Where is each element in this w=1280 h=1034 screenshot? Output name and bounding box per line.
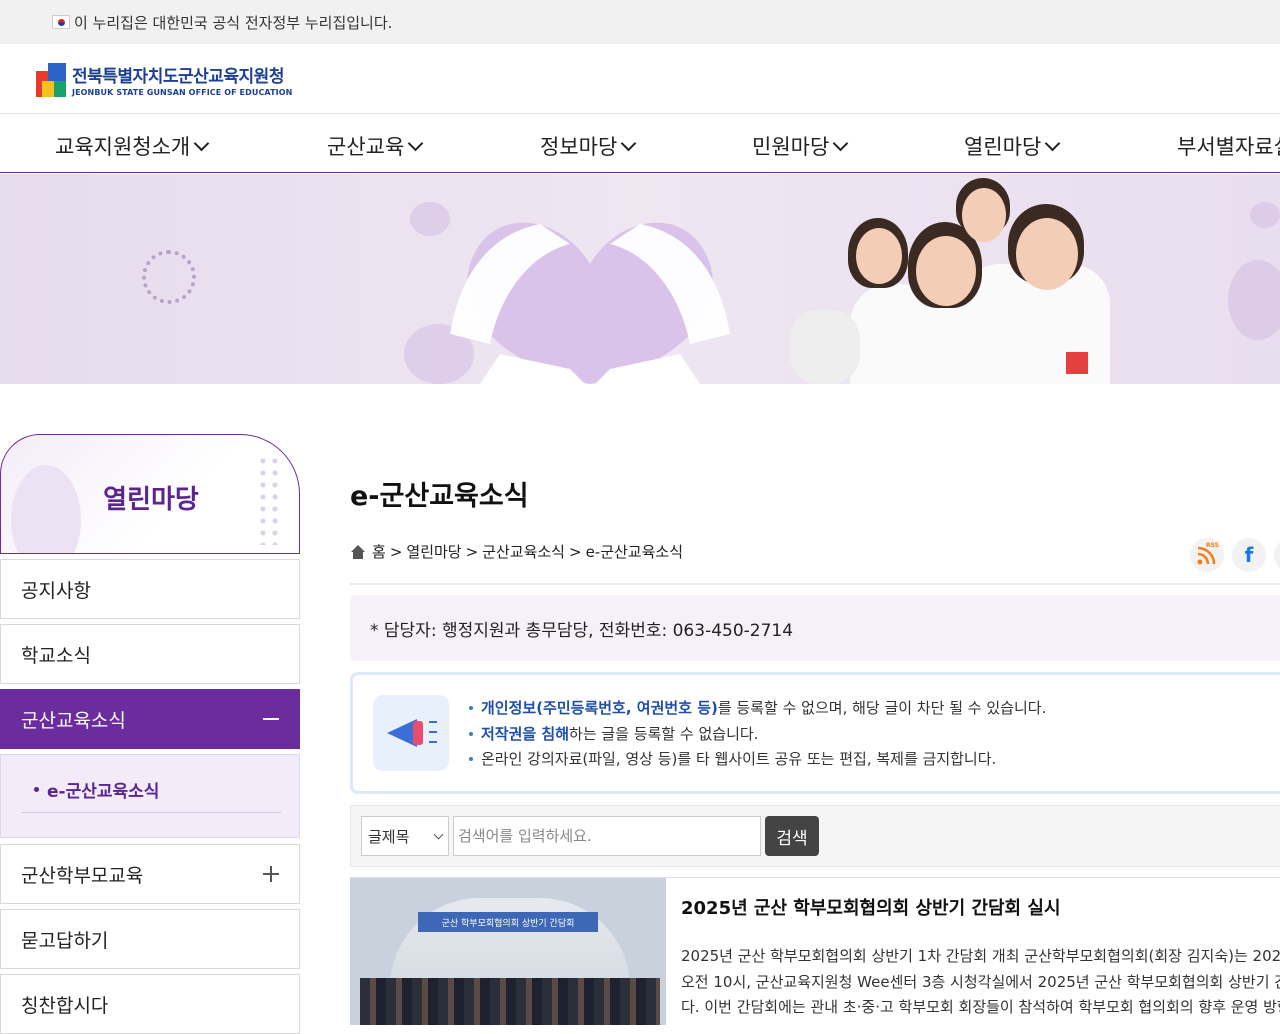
nav-item-label: 정보마당	[540, 135, 618, 159]
notice-item: 저작권을 침해하는 글을 등록할 수 없습니다.	[467, 723, 1046, 749]
search-bar: 글제목 검색	[350, 805, 1280, 867]
post-summary: 2025년 군산 학부모회협의회 상반기 1차 간담회 개최 군산학부모회협의회…	[681, 944, 1280, 1021]
minus-icon	[263, 718, 279, 720]
nav-item-about[interactable]: 교육지원청소개	[55, 131, 210, 161]
contact-text: * 담당자: 행정지원과 총무담당, 전화번호: 063-450-2714	[370, 620, 794, 641]
search-select-value: 글제목	[368, 827, 410, 846]
breadcrumb-level1[interactable]: 열린마당	[406, 541, 461, 562]
gov-banner: 이 누리집은 대한민국 공식 전자정부 누리집입니다.	[0, 0, 1280, 44]
facebook-label: f	[1244, 543, 1254, 567]
header: 전북특별자치도군산교육지원청 JEONBUK STATE GUNSAN OFFI…	[0, 44, 1280, 114]
nav-item-label: 부서별자료실	[1177, 135, 1280, 159]
notice-text: 를 등록할 수 없으며, 해당 글이 차단 될 수 있습니다.	[717, 699, 1047, 717]
nav-item-label: 교육지원청소개	[55, 135, 191, 159]
side-item-label: 묻고답하기	[21, 929, 109, 952]
search-button[interactable]: 검색	[765, 816, 819, 856]
side-item-notice[interactable]: 공지사항	[0, 559, 300, 619]
nav-item-label: 민원마당	[752, 135, 830, 159]
title-divider	[350, 583, 1280, 585]
notice-highlight: 저작권을 침해	[481, 724, 570, 743]
side-item-school-news[interactable]: 학교소식	[0, 624, 300, 684]
breadcrumb-separator: >	[568, 542, 582, 561]
gov-banner-text: 이 누리집은 대한민국 공식 전자정부 누리집입니다.	[74, 13, 393, 32]
main-nav: 교육지원청소개 군산교육 정보마당 민원마당 열린마당 부서별자료실	[0, 115, 1280, 173]
post-summary-line: 오전 10시, 군산교육지원청 Wee센터 3층 시청각실에서 2025년 군산…	[681, 972, 1280, 991]
nav-item-dept-data[interactable]: 부서별자료실	[1177, 131, 1280, 161]
breadcrumb-separator: >	[389, 542, 403, 561]
notice-text: 온라인 강의자료(파일, 영상 등)를 타 웹사이트 공유 또는 편집, 복제를…	[481, 750, 997, 768]
rss-label: RSS	[1206, 542, 1219, 549]
korea-flag-icon	[52, 15, 70, 29]
megaphone-icon	[373, 695, 449, 771]
thumbnail-banner-text: 군산 학부모회협의회 상반기 간담회	[418, 912, 598, 932]
notice-item: 개인정보(주민등록번호, 여권번호 등)를 등록할 수 없으며, 해당 글이 차…	[467, 697, 1046, 723]
logo-subtitle: JEONBUK STATE GUNSAN OFFICE OF EDUCATION	[72, 88, 293, 97]
post-item[interactable]: 군산 학부모회협의회 상반기 간담회 2025년 군산 학부모회협의회 상반기 …	[350, 877, 1280, 1025]
notice-box: 개인정보(주민등록번호, 여권번호 등)를 등록할 수 없으며, 해당 글이 차…	[350, 672, 1280, 794]
notice-list: 개인정보(주민등록번호, 여권번호 등)를 등록할 수 없으며, 해당 글이 차…	[467, 697, 1046, 774]
chevron-down-icon	[1045, 135, 1061, 151]
logo-mark-icon	[36, 62, 68, 97]
facebook-icon[interactable]: f	[1232, 538, 1266, 572]
side-item-label: 칭찬합시다	[21, 994, 109, 1017]
nav-item-label: 열린마당	[964, 135, 1042, 159]
nav-item-label: 군산교육	[327, 135, 405, 159]
side-item-label: 군산교육소식	[21, 709, 126, 732]
nav-item-gunsan-education[interactable]: 군산교육	[327, 131, 424, 161]
nav-item-civil[interactable]: 민원마당	[752, 131, 849, 161]
breadcrumb-current: e-군산교육소식	[585, 543, 684, 561]
side-item-gunsan-news[interactable]: 군산교육소식	[0, 689, 300, 749]
rss-icon[interactable]: RSS	[1190, 538, 1224, 572]
page-title: e-군산교육소식	[350, 481, 529, 512]
home-icon[interactable]	[350, 544, 366, 559]
side-item-label: 군산학부모교육	[21, 864, 144, 887]
heart-decoration	[1228, 260, 1280, 340]
side-subitem-e-gunsan-news[interactable]: e-군산교육소식	[21, 773, 281, 813]
post-thumbnail[interactable]: 군산 학부모회협의회 상반기 간담회	[350, 878, 666, 1025]
dots-decoration	[142, 250, 196, 304]
chevron-down-icon	[408, 135, 424, 151]
notice-text: 하는 글을 등록할 수 없습니다.	[569, 724, 759, 743]
breadcrumb: 홈 > 열린마당 > 군산교육소식 > e-군산교육소식	[350, 541, 683, 562]
nav-item-info[interactable]: 정보마당	[540, 131, 637, 161]
chevron-down-icon	[833, 135, 849, 151]
share-icon[interactable]	[1274, 538, 1280, 572]
logo-title: 전북특별자치도군산교육지원청	[72, 67, 284, 87]
side-menu-header: 열린마당	[0, 434, 300, 554]
post-summary-line: 2025년 군산 학부모회협의회 상반기 1차 간담회 개최 군산학부모회협의회…	[681, 947, 1280, 965]
side-menu-title: 열린마당	[103, 485, 199, 515]
family-photo	[780, 174, 1120, 384]
post-summary-line: 다. 이번 간담회에는 관내 초·중·고 학부모회 회장들이 참석하여 학부모회…	[681, 998, 1280, 1016]
side-subitem-label: e-군산교육소식	[47, 782, 160, 802]
side-item-label: 공지사항	[21, 579, 91, 602]
hero-banner	[0, 174, 1280, 384]
plus-icon	[263, 866, 279, 882]
side-submenu: e-군산교육소식	[0, 754, 300, 838]
post-title[interactable]: 2025년 군산 학부모회협의회 상반기 간담회 실시	[681, 894, 1061, 920]
side-item-label: 학교소식	[21, 644, 91, 667]
heart-decoration	[1250, 202, 1280, 228]
heart-hands-image	[450, 222, 730, 384]
chevron-down-icon	[621, 135, 637, 151]
chevron-down-icon	[433, 829, 444, 840]
search-input[interactable]	[453, 816, 761, 856]
nav-item-open[interactable]: 열린마당	[964, 131, 1061, 161]
breadcrumb-separator: >	[465, 542, 479, 561]
side-item-parent-education[interactable]: 군산학부모교육	[0, 844, 300, 904]
side-item-qna[interactable]: 묻고답하기	[0, 909, 300, 969]
side-item-praise[interactable]: 칭찬합시다	[0, 974, 300, 1034]
notice-item: 온라인 강의자료(파일, 영상 등)를 타 웹사이트 공유 또는 편집, 복제를…	[467, 748, 1046, 774]
contact-info: * 담당자: 행정지원과 총무담당, 전화번호: 063-450-2714	[350, 595, 1280, 661]
chevron-down-icon	[193, 135, 210, 151]
search-field-select[interactable]: 글제목	[361, 816, 449, 856]
breadcrumb-home[interactable]: 홈	[372, 541, 386, 562]
notice-highlight: 개인정보(주민등록번호, 여권번호 등)	[481, 699, 718, 717]
site-logo[interactable]: 전북특별자치도군산교육지원청 JEONBUK STATE GUNSAN OFFI…	[36, 62, 292, 97]
breadcrumb-level2[interactable]: 군산교육소식	[482, 541, 565, 562]
